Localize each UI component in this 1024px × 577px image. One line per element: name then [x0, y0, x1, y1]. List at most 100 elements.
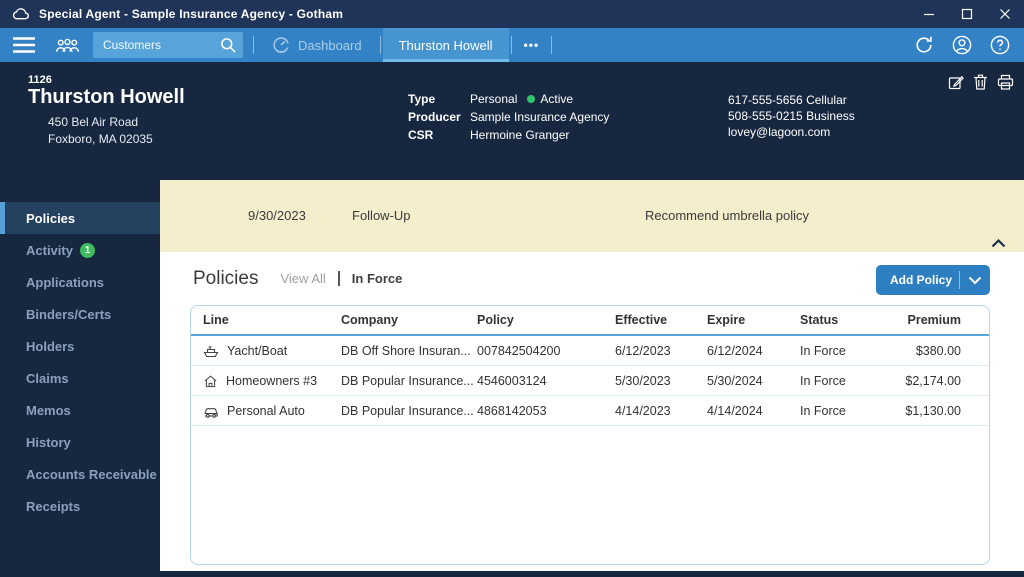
address-line-2: Foxboro, MA 02035 [48, 131, 153, 148]
sidebar-item-binders-certs[interactable]: Binders/Certs [0, 298, 160, 330]
dashboard-icon [272, 36, 290, 54]
tab-dashboard-label: Dashboard [298, 38, 362, 53]
more-tabs-button[interactable]: ••• [514, 28, 550, 62]
house-icon [203, 374, 218, 388]
navbar: Dashboard Thurston Howell ••• [0, 28, 1024, 62]
email: lovey@lagoon.com [728, 124, 855, 140]
row-status: In Force [800, 404, 893, 418]
section-title: Policies [193, 268, 258, 290]
table-row[interactable]: Yacht/Boat DB Off Shore Insuran... 00784… [191, 336, 989, 366]
sidebar-item-policies[interactable]: Policies [0, 202, 160, 234]
producer-value: Sample Insurance Agency [470, 110, 609, 124]
customer-header: 1126 Thurston Howell 450 Bel Air Road Fo… [0, 62, 1024, 180]
delete-icon[interactable] [973, 74, 988, 90]
producer-label: Producer [408, 110, 470, 124]
tab-thurston-howell-label: Thurston Howell [399, 38, 493, 53]
col-company: Company [341, 313, 477, 327]
print-icon[interactable] [997, 74, 1014, 90]
account-icon[interactable] [952, 35, 972, 55]
chevron-down-icon[interactable] [960, 276, 990, 285]
row-premium: $1,130.00 [893, 404, 961, 418]
sidebar-item-holders[interactable]: Holders [0, 330, 160, 362]
row-company: DB Popular Insurance... [341, 374, 477, 388]
boat-icon [203, 344, 219, 358]
policies-table: Line Company Policy Effective Expire Sta… [190, 305, 990, 565]
add-policy-label: Add Policy [876, 273, 959, 287]
row-premium: $2,174.00 [893, 374, 961, 388]
row-policy: 007842504200 [477, 344, 615, 358]
alert-note: Recommend umbrella policy [645, 208, 809, 223]
sidebar-item-applications[interactable]: Applications [0, 266, 160, 298]
help-icon[interactable] [990, 35, 1010, 55]
customer-details: Type PersonalActive Producer Sample Insu… [408, 92, 609, 142]
tab-thurston-howell[interactable]: Thurston Howell [383, 28, 509, 62]
col-premium: Premium [893, 313, 961, 327]
sidebar-item-accounts-receivable[interactable]: Accounts Receivable [0, 458, 160, 490]
row-expire: 6/12/2024 [707, 344, 800, 358]
customer-name: Thurston Howell [28, 86, 185, 109]
add-policy-button[interactable]: Add Policy [876, 265, 990, 295]
nav-separator [551, 36, 552, 54]
row-company: DB Popular Insurance... [341, 404, 477, 418]
window-bottom-border [0, 571, 1024, 577]
phone-cellular: 617-555-5656 Cellular [728, 92, 855, 108]
app-window: Special Agent - Sample Insurance Agency … [0, 0, 1024, 577]
row-expire: 4/14/2024 [707, 404, 800, 418]
filter-in-force[interactable]: In Force [352, 271, 403, 286]
table-header-row: Line Company Policy Effective Expire Sta… [191, 306, 989, 336]
table-row[interactable]: Personal Auto DB Popular Insurance... 48… [191, 396, 989, 426]
row-premium: $380.00 [893, 344, 961, 358]
csr-label: CSR [408, 128, 470, 142]
maximize-button[interactable] [948, 0, 986, 28]
type-value: PersonalActive [470, 92, 609, 106]
col-expire: Expire [707, 313, 800, 327]
row-company: DB Off Shore Insuran... [341, 344, 477, 358]
filter-divider [338, 271, 340, 286]
address-line-1: 450 Bel Air Road [48, 114, 153, 131]
row-status: In Force [800, 344, 893, 358]
filter-view-all[interactable]: View All [280, 271, 325, 286]
row-policy: 4546003124 [477, 374, 615, 388]
follow-up-alert-bar: 9/30/2023 Follow-Up Recommend umbrella p… [160, 180, 1024, 252]
col-status: Status [800, 313, 893, 327]
status-value: Active [540, 92, 573, 106]
edit-icon[interactable] [948, 74, 964, 90]
collapse-alert-button[interactable] [991, 239, 1006, 248]
titlebar: Special Agent - Sample Insurance Agency … [0, 0, 1024, 28]
sidebar-item-history[interactable]: History [0, 426, 160, 458]
sidebar-item-claims[interactable]: Claims [0, 362, 160, 394]
menu-button[interactable] [0, 28, 48, 62]
cloud-icon [10, 7, 31, 21]
csr-value: Hermoine Granger [470, 128, 609, 142]
content-panel: 9/30/2023 Follow-Up Recommend umbrella p… [160, 180, 1024, 571]
ellipsis-icon: ••• [524, 38, 540, 52]
car-icon [203, 404, 219, 418]
sidebar-item-activity[interactable]: Activity1 [0, 234, 160, 266]
search-icon[interactable] [220, 37, 236, 53]
row-expire: 5/30/2024 [707, 374, 800, 388]
hamburger-icon [12, 36, 36, 54]
row-line: Yacht/Boat [227, 344, 287, 358]
window-title: Special Agent - Sample Insurance Agency … [39, 7, 343, 21]
sidebar: Policies Activity1 Applications Binders/… [0, 180, 160, 571]
nav-separator [380, 36, 381, 54]
sidebar-item-memos[interactable]: Memos [0, 394, 160, 426]
customer-search [93, 32, 243, 58]
customer-contact: 617-555-5656 Cellular 508-555-0215 Busin… [728, 92, 855, 140]
sidebar-item-receipts[interactable]: Receipts [0, 490, 160, 522]
close-button[interactable] [986, 0, 1024, 28]
minimize-button[interactable] [910, 0, 948, 28]
customer-number: 1126 [28, 74, 52, 86]
customer-address: 450 Bel Air Road Foxboro, MA 02035 [48, 114, 153, 148]
table-row[interactable]: Homeowners #3 DB Popular Insurance... 45… [191, 366, 989, 396]
nav-separator [511, 36, 512, 54]
refresh-icon[interactable] [914, 35, 934, 55]
tab-dashboard[interactable]: Dashboard [256, 28, 378, 62]
row-line: Personal Auto [227, 404, 305, 418]
phone-business: 508-555-0215 Business [728, 108, 855, 124]
col-effective: Effective [615, 313, 707, 327]
col-policy: Policy [477, 313, 615, 327]
row-policy: 4868142053 [477, 404, 615, 418]
alert-type: Follow-Up [352, 208, 411, 223]
row-effective: 6/12/2023 [615, 344, 707, 358]
